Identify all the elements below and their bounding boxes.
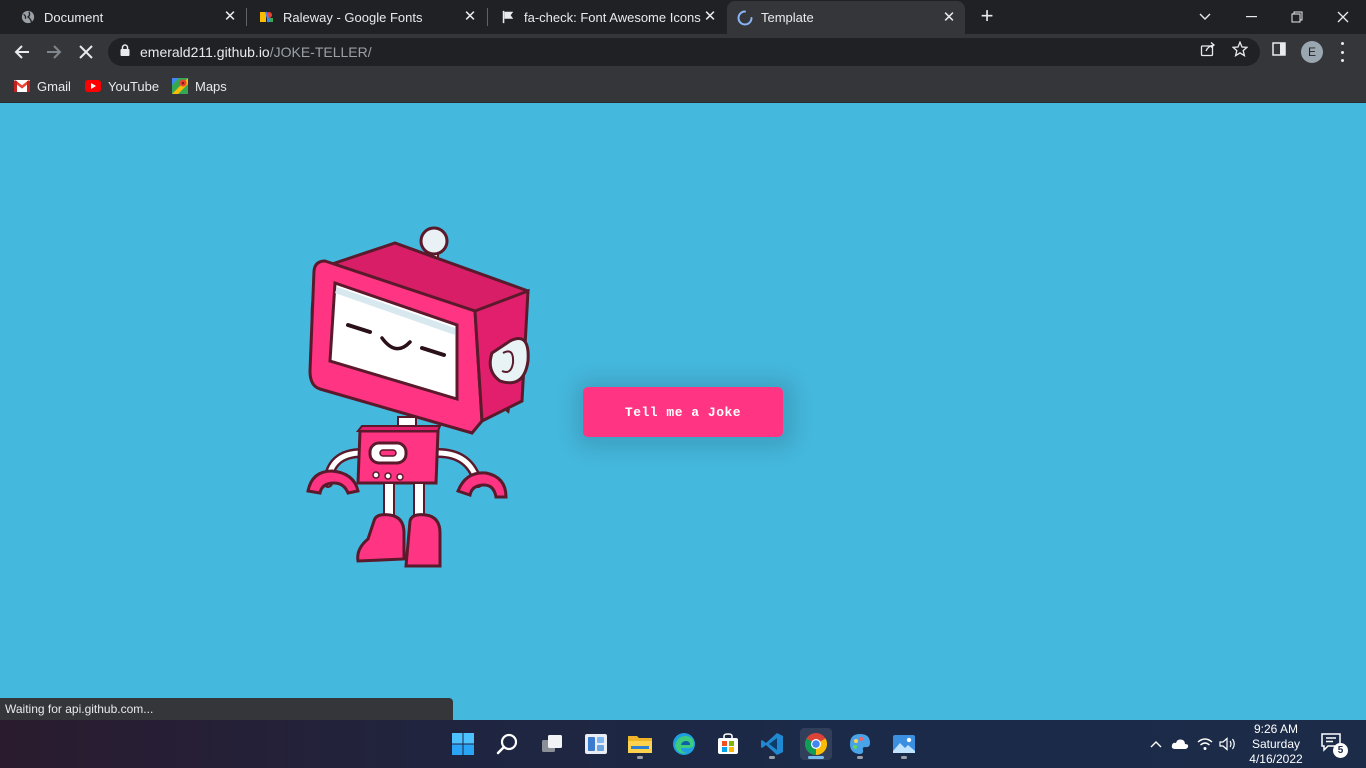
lock-icon[interactable]	[120, 43, 130, 61]
status-bubble: Waiting for api.github.com...	[0, 698, 453, 720]
menu-kebab-icon[interactable]	[1336, 42, 1348, 62]
notification-count-badge: 5	[1333, 743, 1348, 758]
store-icon[interactable]	[712, 728, 744, 760]
url-host: emerald211.github.io	[140, 44, 270, 60]
new-tab-button[interactable]: +	[976, 5, 998, 27]
running-indicator	[637, 756, 643, 759]
windows-start-icon[interactable]	[447, 728, 479, 760]
forward-icon[interactable]	[42, 40, 66, 64]
onedrive-icon[interactable]	[1170, 720, 1190, 768]
bookmark-label: Maps	[195, 78, 227, 94]
address-bar[interactable]: emerald211.github.io/JOKE-TELLER/	[108, 38, 1260, 66]
system-clock[interactable]: 9:26 AM Saturday 4/16/2022	[1246, 722, 1306, 766]
share-icon[interactable]	[1199, 40, 1217, 58]
flag-icon	[500, 9, 516, 25]
bookmark-youtube[interactable]: YouTube	[85, 76, 159, 96]
tab-title: fa-check: Font Awesome Icons	[524, 9, 701, 25]
close-icon[interactable]: ✕	[462, 9, 478, 25]
tab-template[interactable]: Template ✕	[727, 1, 965, 34]
loading-spinner-icon	[737, 10, 753, 26]
tab-raleway-google-fonts[interactable]: Raleway - Google Fonts ✕	[247, 0, 486, 34]
clock-date: 4/16/2022	[1249, 752, 1303, 766]
tab-title: Document	[44, 9, 104, 25]
minimize-icon[interactable]	[1228, 0, 1274, 34]
chrome-icon[interactable]	[800, 728, 832, 760]
notification-center-icon[interactable]: 5	[1320, 732, 1348, 758]
side-panel-icon[interactable]	[1270, 40, 1288, 58]
youtube-icon	[85, 78, 101, 94]
page-content: Tell me a Joke	[0, 103, 1366, 720]
clock-time: 9:26 AM	[1253, 722, 1299, 736]
close-icon[interactable]: ✕	[941, 9, 957, 26]
search-icon[interactable]	[492, 728, 524, 760]
tab-title: Template	[761, 10, 814, 25]
wifi-icon[interactable]	[1196, 720, 1214, 768]
bookmarks-bar: Gmail YouTube Maps	[0, 70, 1366, 103]
photos-icon[interactable]	[888, 728, 920, 760]
url-path: /JOKE-TELLER/	[269, 44, 372, 60]
close-window-icon[interactable]	[1320, 0, 1366, 34]
widgets-icon[interactable]	[580, 728, 612, 760]
tab-search-icon[interactable]	[1182, 0, 1228, 34]
tab-fa-check[interactable]: fa-check: Font Awesome Icons ✕	[488, 0, 726, 34]
bookmark-gmail[interactable]: Gmail	[14, 76, 71, 96]
maps-icon	[172, 78, 188, 94]
active-indicator	[808, 756, 824, 759]
stop-loading-icon[interactable]	[74, 40, 98, 64]
show-hidden-icons-icon[interactable]	[1148, 720, 1164, 768]
paint-icon[interactable]	[844, 728, 876, 760]
taskbar: 9:26 AM Saturday 4/16/2022 5	[0, 720, 1366, 768]
vscode-icon[interactable]	[756, 728, 788, 760]
globe-icon	[20, 9, 36, 25]
bookmark-star-icon[interactable]	[1231, 40, 1249, 58]
volume-icon[interactable]	[1218, 720, 1238, 768]
gmail-icon	[14, 78, 30, 94]
robot-illustration	[306, 226, 530, 568]
tab-title: Raleway - Google Fonts	[283, 9, 423, 25]
bookmark-label: YouTube	[108, 78, 160, 94]
file-explorer-icon[interactable]	[624, 728, 656, 760]
bookmark-label: Gmail	[37, 78, 71, 94]
tell-joke-button[interactable]: Tell me a Joke	[583, 387, 783, 437]
clock-day: Saturday	[1251, 737, 1301, 751]
running-indicator	[901, 756, 907, 759]
running-indicator	[769, 756, 775, 759]
edge-icon[interactable]	[668, 728, 700, 760]
browser-toolbar: emerald211.github.io/JOKE-TELLER/ E	[0, 34, 1366, 70]
google-fonts-icon	[259, 9, 275, 25]
tab-strip: Document ✕ Raleway - Google Fonts ✕ fa-c…	[0, 0, 1366, 34]
tab-document[interactable]: Document ✕	[0, 0, 246, 34]
close-icon[interactable]: ✕	[222, 9, 238, 25]
task-view-icon[interactable]	[536, 728, 568, 760]
bookmark-maps[interactable]: Maps	[172, 76, 227, 96]
close-icon[interactable]: ✕	[702, 9, 718, 25]
profile-avatar[interactable]: E	[1301, 41, 1323, 63]
back-icon[interactable]	[10, 40, 34, 64]
running-indicator	[857, 756, 863, 759]
restore-icon[interactable]	[1274, 0, 1320, 34]
